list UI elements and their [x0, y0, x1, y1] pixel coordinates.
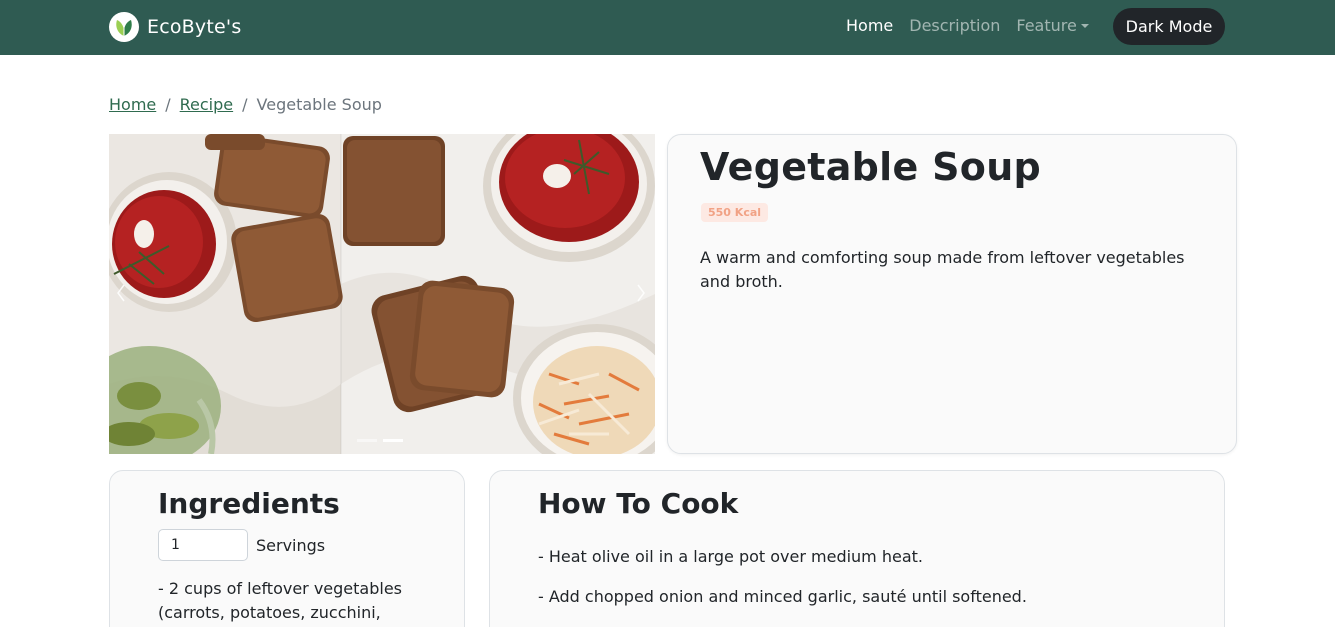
recipe-info-card: Vegetable Soup 550 Kcal A warm and comfo… — [667, 134, 1237, 454]
chevron-right-icon — [637, 284, 645, 302]
caret-down-icon — [1080, 24, 1089, 28]
recipe-description: A warm and comforting soup made from lef… — [700, 248, 1185, 291]
brand-name: EcoByte's — [147, 16, 242, 38]
cook-steps: - Heat olive oil in a large pot over med… — [538, 545, 1027, 625]
breadcrumb-separator: / — [242, 95, 248, 114]
breadcrumb: Home / Recipe / Vegetable Soup — [109, 95, 382, 114]
chevron-left-icon — [117, 284, 125, 302]
breadcrumb-current: Vegetable Soup — [256, 95, 382, 114]
carousel-indicator-2[interactable] — [383, 439, 403, 442]
cook-step: - Add chopped onion and minced garlic, s… — [538, 587, 1027, 606]
kcal-badge: 550 Kcal — [701, 203, 769, 222]
carousel-prev-button[interactable] — [111, 275, 131, 311]
ingredients-card: Ingredients Servings - 2 cups of leftove… — [109, 470, 465, 627]
servings-input[interactable] — [158, 529, 248, 561]
servings-label: Servings — [256, 536, 326, 555]
ingredient-item: - 2 cups of leftover vegetables (carrots… — [158, 579, 402, 622]
recipe-title: Vegetable Soup — [700, 145, 1042, 189]
navbar: EcoByte's Home Description Feature Dark … — [0, 0, 1335, 55]
carousel-indicators — [357, 439, 403, 442]
breadcrumb-home[interactable]: Home — [109, 95, 156, 114]
nav-description[interactable]: Description — [909, 16, 1000, 35]
ingredients-heading: Ingredients — [158, 487, 340, 520]
leaf-logo-icon — [109, 12, 139, 42]
nav-links: Home Description Feature — [846, 16, 1105, 35]
recipe-photo — [109, 134, 655, 454]
brand[interactable]: EcoByte's — [109, 11, 241, 43]
nav-feature-dropdown[interactable]: Feature — [1016, 16, 1089, 35]
nav-home[interactable]: Home — [846, 16, 893, 35]
nav-feature-label: Feature — [1016, 16, 1077, 35]
breadcrumb-separator: / — [165, 95, 171, 114]
how-to-cook-heading: How To Cook — [538, 487, 739, 520]
dark-mode-button[interactable]: Dark Mode — [1113, 8, 1225, 45]
cook-step: - Heat olive oil in a large pot over med… — [538, 547, 923, 566]
recipe-image-carousel[interactable] — [109, 134, 655, 454]
breadcrumb-recipe[interactable]: Recipe — [180, 95, 233, 114]
carousel-next-button[interactable] — [631, 275, 651, 311]
carousel-indicator-1[interactable] — [357, 439, 377, 442]
how-to-cook-card: How To Cook - Heat olive oil in a large … — [489, 470, 1225, 627]
